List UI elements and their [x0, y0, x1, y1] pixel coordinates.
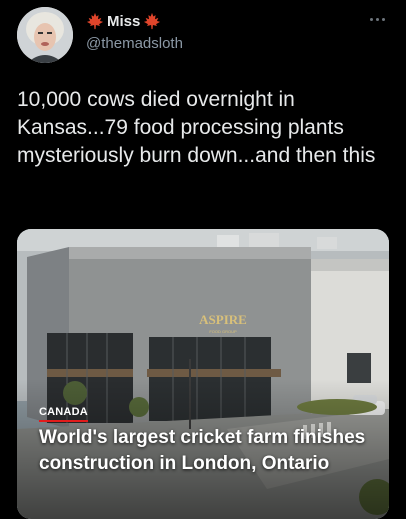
tweet-text: 10,000 cows died overnight in Kansas...7… [17, 88, 376, 167]
more-icon[interactable] [370, 18, 386, 24]
user-handle[interactable]: @themadsloth [86, 35, 183, 52]
building-subsign: FOOD GROUP [209, 329, 237, 334]
tweet-header: Miss @themadsloth [0, 0, 406, 80]
tweet-media-image[interactable]: ASPIRE FOOD GROUP CANADA World's largest… [17, 229, 389, 519]
maple-leaf-icon [86, 12, 104, 30]
maple-leaf-icon [143, 12, 161, 30]
display-name-row[interactable]: Miss [86, 12, 161, 30]
avatar[interactable] [17, 7, 73, 63]
display-name: Miss [107, 12, 141, 30]
news-headline: World's largest cricket farm finishes co… [39, 427, 366, 474]
building-sign: ASPIRE [199, 312, 247, 327]
news-category: CANADA [39, 406, 88, 422]
